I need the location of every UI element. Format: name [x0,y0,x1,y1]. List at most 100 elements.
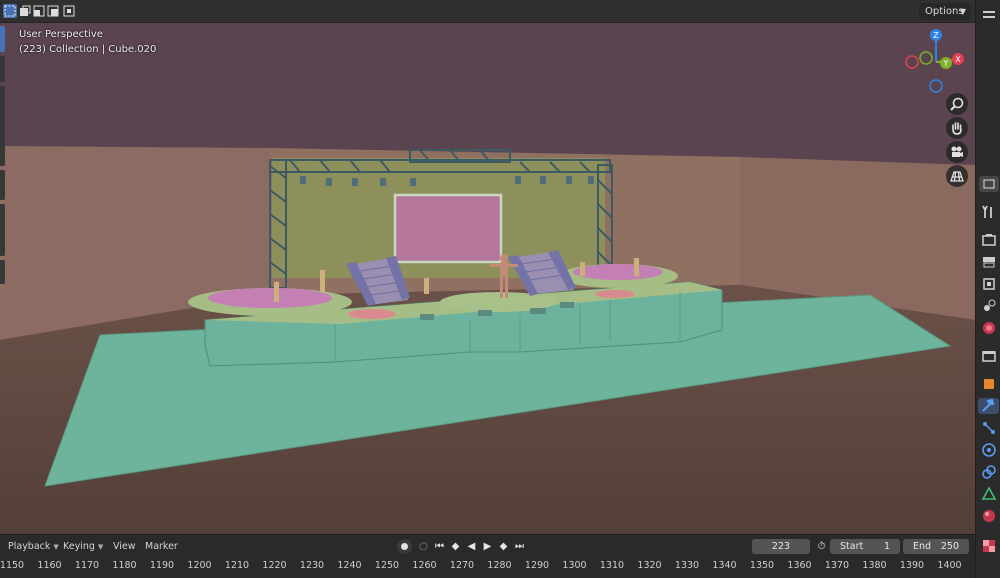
ruler-tick: 1300 [562,560,587,571]
view-menu[interactable]: View [113,541,136,552]
view-layer-icon[interactable] [981,276,997,292]
modifier-icon[interactable] [978,398,999,414]
ruler-tick: 1270 [449,560,475,571]
chevron-down-icon: ▼ [53,543,59,551]
ruler-tick: 1400 [937,560,962,571]
gizmo-x-label: X [955,55,961,64]
material-icon[interactable] [981,508,997,524]
texture-icon[interactable] [981,538,997,554]
hand-pan-icon[interactable] [946,117,968,139]
ruler-tick: 1160 [37,560,62,571]
ruler-tick: 1210 [224,560,250,571]
properties-tab-strip [975,0,1000,578]
view-menu-label: View [113,541,136,552]
camera-icon[interactable] [946,141,968,163]
toolbar-tool[interactable] [0,86,5,166]
select-intersect-icon[interactable] [62,4,76,18]
3d-viewport[interactable]: Options ▼ User Perspective (223) Collecti… [0,0,975,534]
tool-icon[interactable] [981,204,997,220]
next-keyframe-icon[interactable]: ◆ [497,540,510,553]
current-frame-field[interactable]: 223 [752,539,810,554]
collection-info: (223) Collection | Cube.020 [19,44,157,55]
stopwatch-icon[interactable]: ⏱ [815,540,828,553]
world-icon[interactable] [981,320,997,336]
marker-menu[interactable]: Marker [145,541,178,552]
physics-icon[interactable] [981,442,997,458]
jump-end-icon[interactable]: ⏭ [513,540,526,553]
ruler-tick: 1390 [899,560,925,571]
ruler-tick: 1150 [0,560,25,571]
gizmo-y-label: Y [943,59,949,68]
navigation-gizmo[interactable]: Z X Y [900,26,972,98]
ruler-tick: 1180 [112,560,137,571]
toolbar-tool-active[interactable] [0,26,5,52]
select-box-icon[interactable] [3,4,17,18]
toolbar-tool[interactable] [0,204,5,256]
ruler-tick: 1170 [74,560,100,571]
scene-icon[interactable] [981,298,997,314]
ruler-tick: 1370 [824,560,850,571]
ruler-tick: 1280 [487,560,512,571]
particles-icon[interactable] [981,420,997,436]
frame-ruler[interactable]: 1150 1160 1170 1180 1190 1200 1210 1220 1230 1240… [0,556,975,578]
gizmo-z-label: Z [933,31,939,40]
ruler-tick: 1310 [599,560,625,571]
stage-screen [393,193,503,264]
start-frame-value: 1 [883,541,890,552]
chevron-down-icon: ▼ [97,543,104,551]
options-label: Options [925,6,964,17]
playback-menu[interactable]: Playback ▼ [8,541,59,552]
timeline-header: Playback ▼ Keying ▼ View Marker ○ ⏮ ◆ ◀ ▶ … [0,534,975,556]
ruler-tick: 1320 [637,560,662,571]
play-icon[interactable]: ▶ [481,540,494,553]
zoom-icon[interactable] [946,93,968,115]
scene-render[interactable] [0,0,975,534]
ruler-tick: 1290 [524,560,550,571]
object-icon[interactable] [981,376,997,392]
select-extend-icon[interactable] [18,4,32,18]
record-button[interactable] [397,539,412,554]
ruler-tick: 1240 [337,560,362,571]
ruler-tick: 1200 [187,560,212,571]
play-reverse-icon[interactable]: ◀ [465,540,478,553]
ruler-tick: 1350 [749,560,775,571]
render-icon[interactable] [981,232,997,248]
viewport-header: Options ▼ [0,0,975,23]
toolbar-tool[interactable] [0,170,5,200]
active-tool-tab[interactable] [979,176,999,192]
options-dropdown[interactable]: Options ▼ [919,3,971,20]
select-subtract-icon[interactable] [32,4,46,18]
keying-menu[interactable]: Keying ▼ [63,541,103,552]
chevron-down-icon: ▼ [959,7,966,16]
keying-menu-label: Keying [63,541,95,552]
jump-start-icon[interactable]: ⏮ [433,540,446,553]
prev-keyframe-icon[interactable]: ◆ [449,540,462,553]
select-invert-icon[interactable] [46,4,60,18]
grid-ortho-icon[interactable] [946,165,968,187]
view-name: User Perspective [19,29,103,40]
menu-icon[interactable] [981,8,997,24]
ruler-tick: 1380 [862,560,887,571]
output-icon[interactable] [981,254,997,270]
ruler-tick: 1250 [374,560,400,571]
end-frame-value: 250 [940,541,959,552]
data-icon[interactable] [981,486,997,502]
start-frame-label: Start [840,541,864,552]
ruler-tick: 1230 [299,560,325,571]
toolbar-tool[interactable] [0,260,5,284]
end-frame-field[interactable]: End 250 [903,539,969,554]
ruler-tick: 1360 [787,560,812,571]
constraints-icon[interactable] [981,464,997,480]
marker-menu-label: Marker [145,541,178,552]
collection-icon[interactable] [981,348,997,364]
toolbar-tool[interactable] [0,56,5,82]
ruler-tick: 1330 [674,560,700,571]
ruler-tick: 1340 [712,560,737,571]
start-frame-field[interactable]: Start 1 [830,539,900,554]
ruler-tick: 1260 [412,560,437,571]
end-frame-label: End [913,541,932,552]
ruler-tick: 1220 [262,560,287,571]
auto-keying-icon[interactable]: ○ [417,540,430,553]
playback-menu-label: Playback [8,541,51,552]
ruler-tick: 1190 [149,560,175,571]
